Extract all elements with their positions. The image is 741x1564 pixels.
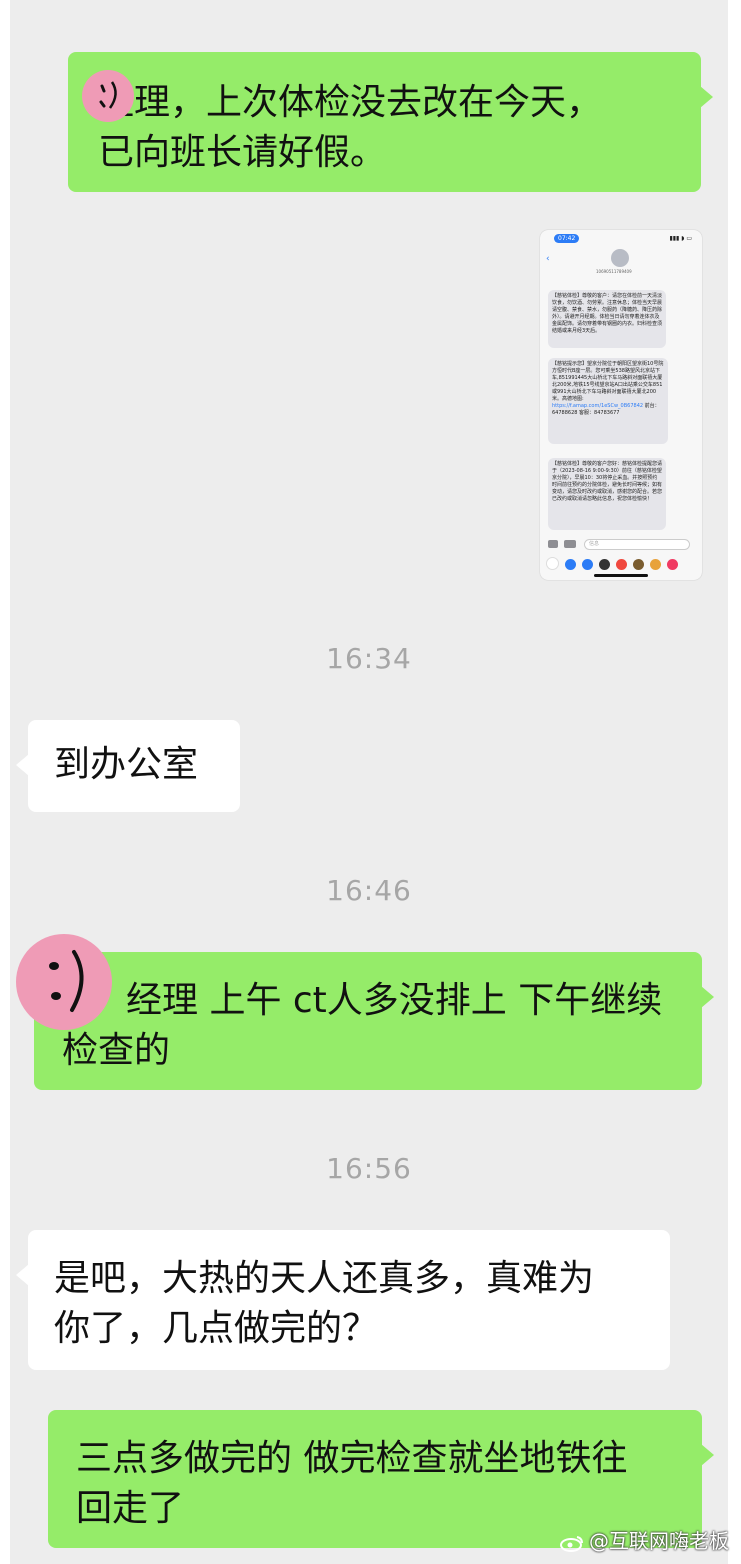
message-text-line: 三点多做完的 做完检查就坐地铁往	[76, 1438, 628, 1479]
dock-app-icon	[546, 557, 559, 570]
app-dock	[546, 555, 696, 570]
face-sticker-icon	[82, 70, 134, 122]
dock-app-icon	[582, 559, 593, 570]
message-text-line: 检查的	[62, 1030, 171, 1071]
message-bubble-incoming[interactable]: 是吧，大热的天人还真多，真难为 你了，几点做完的？	[16, 1230, 670, 1370]
sms-text: 【慈铭体检】尊敬的客户您好：慈铭体检提醒您请于（2023-08-16 9:00-…	[552, 461, 663, 502]
dock-app-icon	[616, 559, 627, 570]
dock-app-icon	[650, 559, 661, 570]
dock-app-icon	[633, 559, 644, 570]
back-chevron-icon: ‹	[546, 254, 550, 264]
status-clock: 07:42	[554, 234, 580, 243]
sms-screenshot-thumbnail[interactable]: 07:42 ▮▮▮ ◗ ▭ ‹ 10690511789409 【慈铭体检】尊敬的…	[540, 230, 702, 580]
sender-number: 10690511789409	[596, 269, 632, 274]
weibo-logo-icon	[560, 1535, 583, 1552]
timestamp: 16:34	[326, 642, 412, 675]
message-text-line: 经理，上次体检没去改在今天，	[98, 82, 603, 123]
sms-text: 【慈铭体检】尊敬的客户：请您在体检前一天清淡饮食，勿饮酒、勿劳累。注意休息；体检…	[552, 293, 663, 334]
face-sticker-icon	[16, 934, 112, 1030]
signal-battery-icon: ▮▮▮ ◗ ▭	[669, 235, 692, 242]
watermark-text: @互联网嗨老板	[589, 1529, 729, 1553]
sms-link: https://f.amap.com/1eSCw_0B67842	[552, 403, 644, 409]
message-text-line: 到办公室	[54, 744, 199, 785]
dock-app-icon	[667, 559, 678, 570]
appstore-icon	[564, 540, 576, 548]
message-text-line: 经理 上午 ct人多没排上 下午继续	[126, 980, 663, 1021]
watermark: @互联网嗨老板	[559, 1525, 729, 1554]
message-bubble-outgoing[interactable]: 经理 上午 ct人多没排上 下午继续 检查的	[34, 952, 714, 1090]
sms-bubble: 【慈铭体检】尊敬的客户您好：慈铭体检提醒您请于（2023-08-16 9:00-…	[548, 458, 666, 530]
contact-avatar-icon	[611, 249, 629, 267]
sms-bubble: 【慈铭体检】尊敬的客户：请您在体检前一天清淡饮食，勿饮酒、勿劳累。注意休息；体检…	[548, 290, 666, 348]
timestamp: 16:56	[326, 1152, 412, 1185]
home-indicator	[594, 574, 648, 577]
timestamp: 16:46	[326, 874, 412, 907]
message-text-line: 你了，几点做完的？	[54, 1308, 379, 1349]
message-bubble-incoming[interactable]: 到办公室	[16, 720, 240, 812]
message-input: 信息	[584, 539, 690, 550]
sms-bubble: 【慈铭提示您】望京分院位于朝阳区望京街10号院方恒时代B座一层。您可乘坐538路…	[548, 358, 668, 444]
dock-app-icon	[599, 559, 610, 570]
dock-app-icon	[565, 559, 576, 570]
message-bubble-outgoing[interactable]: 经理，上次体检没去改在今天， 已向班长请好假。	[68, 52, 713, 192]
message-text-line: 是吧，大热的天人还真多，真难为	[54, 1258, 595, 1299]
camera-icon	[548, 540, 558, 548]
status-bar: 07:42 ▮▮▮ ◗ ▭	[540, 230, 702, 244]
sms-text: 【慈铭提示您】望京分院位于朝阳区望京街10号院方恒时代B座一层。您可乘坐538路…	[552, 361, 664, 402]
message-text-line: 已向班长请好假。	[98, 132, 387, 173]
